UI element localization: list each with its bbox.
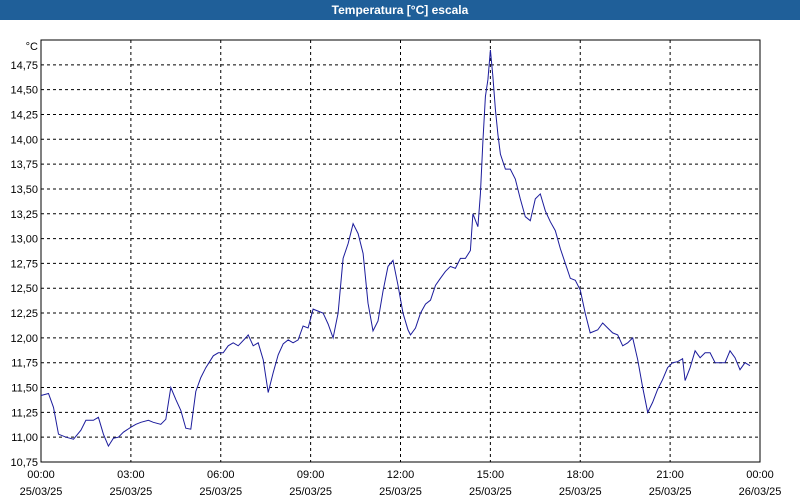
y-tick-label: 12,50 bbox=[10, 283, 38, 295]
y-axis-unit-label: °C bbox=[26, 41, 38, 53]
x-tick-time-label: 09:00 bbox=[297, 469, 325, 481]
x-tick-date-label: 25/03/25 bbox=[199, 486, 242, 498]
y-tick-label: 14,25 bbox=[10, 109, 38, 121]
y-tick-label: 13,25 bbox=[10, 209, 38, 221]
x-tick-date-label: 25/03/25 bbox=[559, 486, 602, 498]
y-tick-label: 13,00 bbox=[10, 234, 38, 246]
x-tick-time-label: 03:00 bbox=[117, 469, 145, 481]
y-tick-label: 14,50 bbox=[10, 85, 38, 97]
x-tick-time-label: 21:00 bbox=[656, 469, 684, 481]
y-tick-label: 10,75 bbox=[10, 457, 38, 469]
y-tick-label: 14,00 bbox=[10, 134, 38, 146]
y-tick-label: 11,00 bbox=[11, 432, 38, 444]
x-tick-date-label: 25/03/25 bbox=[20, 486, 63, 498]
x-tick-time-label: 00:00 bbox=[746, 469, 774, 481]
grid-lines bbox=[41, 40, 760, 462]
x-tick-date-label: 25/03/25 bbox=[469, 486, 512, 498]
y-tick-label: 12,25 bbox=[10, 308, 38, 320]
y-tick-label: 12,00 bbox=[10, 333, 38, 345]
x-tick-time-label: 00:00 bbox=[27, 469, 55, 481]
y-axis-ticks: 10,75 11,00 11,25 11,50 11,75 12,00 12,25 12,50… bbox=[10, 60, 38, 469]
temperature-chart: °C 10,75 11,00 11,25 11,50 11,75 12,00 12,25 12… bbox=[10, 39, 782, 498]
y-tick-label: 11,25 bbox=[11, 407, 38, 419]
y-tick-label: 11,75 bbox=[11, 358, 38, 370]
x-tick-date-label: 25/03/25 bbox=[649, 486, 692, 498]
x-axis-ticks: 00:00 25/03/25 03:00 25/03/25 06:00 25/03/25 0… bbox=[20, 469, 782, 498]
x-tick-date-label: 26/03/25 bbox=[739, 486, 782, 498]
temperature-series-line bbox=[40, 49, 751, 448]
x-tick-time-label: 06:00 bbox=[207, 469, 235, 481]
y-tick-label: 13,50 bbox=[10, 184, 38, 196]
x-tick-date-label: 25/03/25 bbox=[109, 486, 152, 498]
x-tick-date-label: 25/03/25 bbox=[289, 486, 332, 498]
chart-title-bar: Temperatura [°C] escala bbox=[0, 0, 800, 20]
y-tick-label: 11,50 bbox=[11, 383, 38, 395]
x-tick-time-label: 12:00 bbox=[387, 469, 415, 481]
x-tick-time-label: 15:00 bbox=[477, 469, 505, 481]
chart-title: Temperatura [°C] escala bbox=[331, 3, 469, 17]
y-tick-label: 12,75 bbox=[10, 258, 38, 270]
y-tick-label: 14,75 bbox=[10, 60, 38, 72]
y-tick-label: 13,75 bbox=[10, 159, 38, 171]
x-tick-time-label: 18:00 bbox=[566, 469, 594, 481]
x-tick-date-label: 25/03/25 bbox=[379, 486, 422, 498]
